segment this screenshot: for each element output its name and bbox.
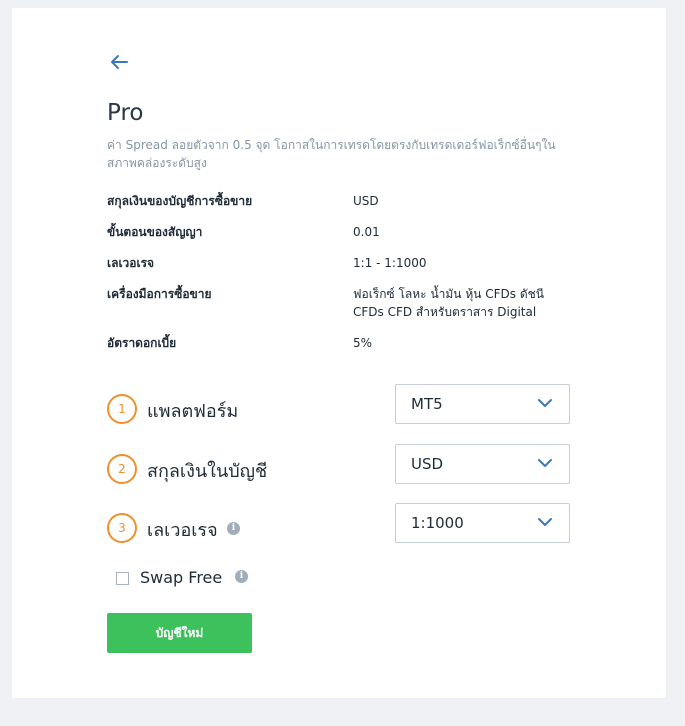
platform-select-value: MT5 (411, 395, 443, 413)
step-number-1: 1 (107, 394, 137, 424)
spec-value: ฟอเร็กซ์ โลหะ น้ำมัน หุ้น CFDs ดัชนี CFD… (353, 287, 544, 319)
swap-free-label[interactable]: Swap Free (140, 568, 222, 587)
spec-value: USD (353, 194, 379, 208)
currency-select[interactable]: USD (395, 444, 570, 484)
chevron-down-icon (538, 518, 552, 526)
spec-value: 1:1 - 1:1000 (353, 256, 427, 270)
currency-step: 2 สกุลเงินในบัญชี USD (107, 444, 577, 492)
leverage-info-icon[interactable]: i (227, 522, 240, 535)
spec-label: เครื่องมือการซื้อขาย (107, 287, 212, 301)
spec-label: เลเวอเรจ (107, 256, 155, 270)
spec-value: 0.01 (353, 225, 380, 239)
spec-label: สกุลเงินของบัญชีการซื้อขาย (107, 194, 253, 208)
platform-label: แพลตฟอร์ม (147, 401, 239, 422)
spec-label: อัตราดอกเบี้ย (107, 336, 177, 350)
chevron-down-icon (538, 399, 552, 407)
chevron-down-icon (538, 459, 552, 467)
step-number-3: 3 (107, 513, 137, 543)
swap-free-info-icon[interactable]: i (235, 570, 248, 583)
spec-value: 5% (353, 336, 373, 350)
spec-label: ขั้นตอนของสัญญา (107, 225, 203, 239)
leverage-step: 3 เลเวอเรจ i 1:1000 (107, 503, 577, 551)
account-type-card: Pro ค่า Spread ลอยตัวจาก 0.5 จุด โอกาสใน… (12, 8, 666, 698)
leverage-select-value: 1:1000 (411, 514, 464, 532)
currency-select-value: USD (411, 455, 444, 473)
currency-label: สกุลเงินในบัญชี (147, 461, 268, 482)
swap-free-option: Swap Free i (116, 568, 316, 592)
new-account-button[interactable]: บัญชีใหม่ (107, 613, 252, 653)
step-number-2: 2 (107, 454, 137, 484)
page-title: Pro (107, 100, 144, 126)
leverage-label: เลเวอเรจ (147, 520, 218, 541)
platform-step: 1 แพลตฟอร์ม MT5 (107, 384, 577, 432)
page-subtitle: ค่า Spread ลอยตัวจาก 0.5 จุด โอกาสในการเ… (107, 138, 556, 170)
platform-select[interactable]: MT5 (395, 384, 570, 424)
swap-free-checkbox[interactable] (116, 572, 129, 585)
back-arrow-icon[interactable] (107, 50, 131, 74)
leverage-select[interactable]: 1:1000 (395, 503, 570, 543)
